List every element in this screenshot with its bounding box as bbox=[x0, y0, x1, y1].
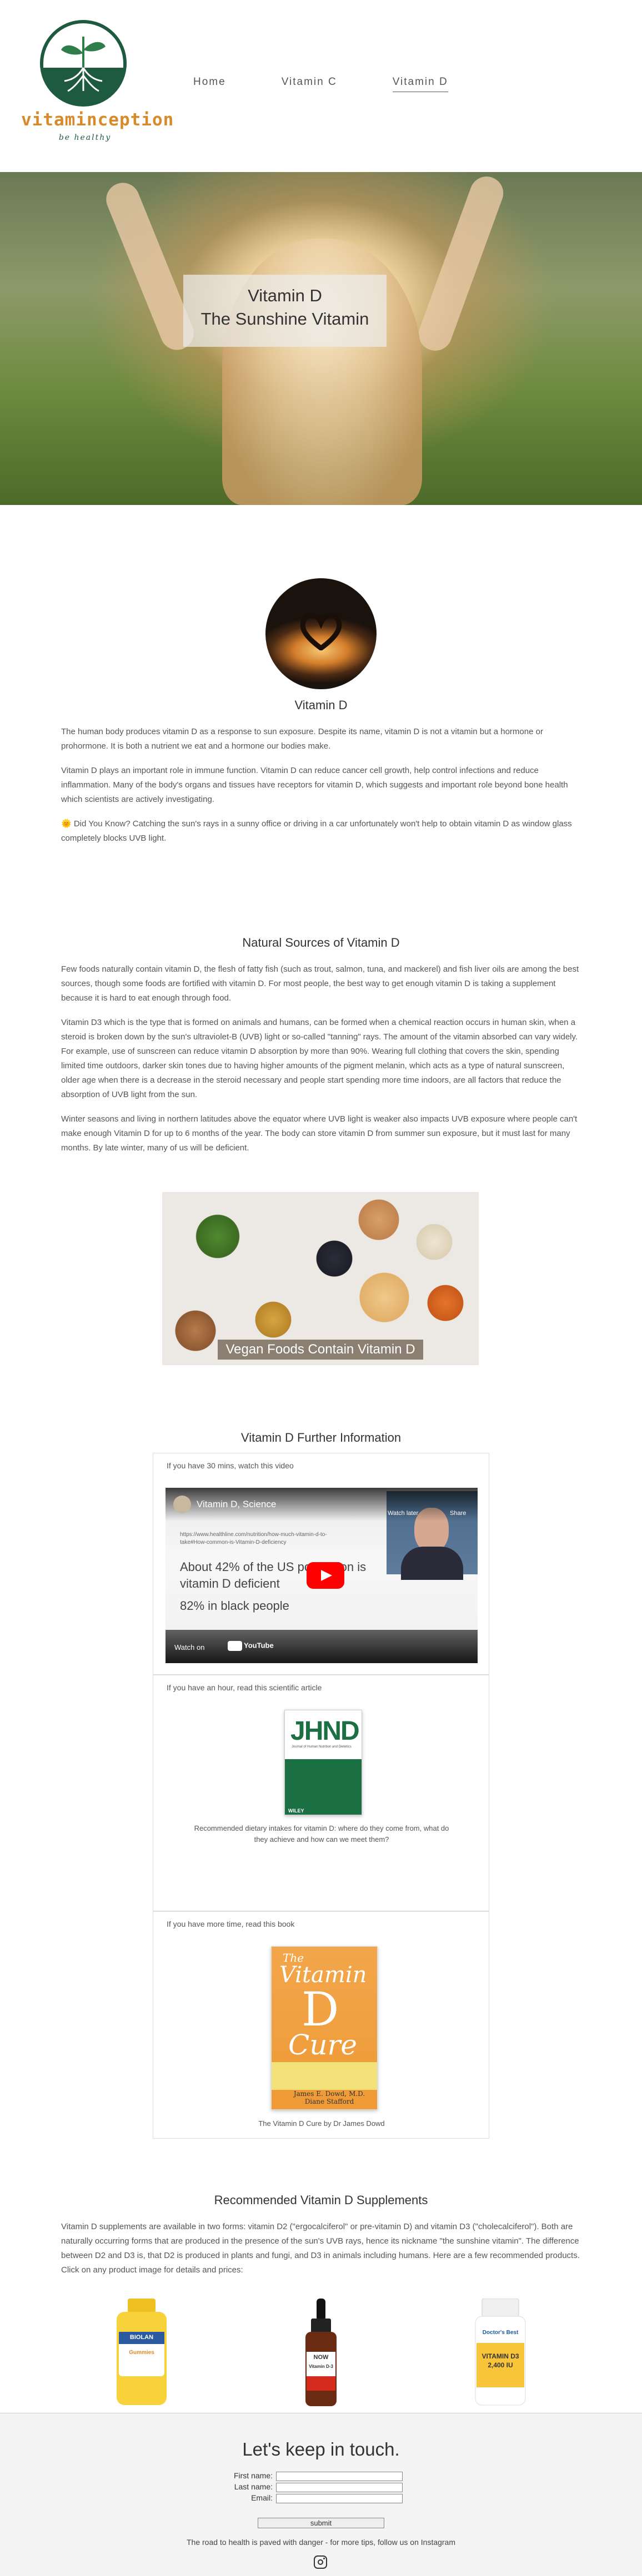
intro-paragraph: The human body produces vitamin D as a r… bbox=[61, 727, 543, 751]
further-title: Vitamin D Further Information bbox=[240, 1431, 402, 1444]
hero-title-box: Vitamin D The Sunshine Vitamin bbox=[183, 275, 387, 347]
hero-subtitle: The Sunshine Vitamin bbox=[200, 309, 369, 329]
sources-paragraph: Vitamin D3 which is the type that is for… bbox=[61, 1018, 578, 1099]
did-you-know: 🌞 Did You Know? Catching the sun's rays … bbox=[61, 819, 572, 843]
nav-vitamin-c[interactable]: Vitamin C bbox=[282, 76, 337, 92]
product-name: Vitamin D-3 bbox=[309, 2364, 333, 2369]
journal-subtitle: Journal of Human Nutrition and Dietetics bbox=[292, 1745, 352, 1749]
footer-title: Let's keep in touch. bbox=[242, 2439, 400, 2459]
intro-title: Vitamin D bbox=[294, 698, 348, 712]
share-button[interactable]: Share bbox=[450, 1510, 466, 1517]
first-name-input[interactable] bbox=[276, 2471, 403, 2481]
sources-title: Natural Sources of Vitamin D bbox=[242, 936, 400, 949]
last-name-label: Last name: bbox=[234, 2482, 273, 2491]
product-brand: BIOLAN bbox=[129, 2334, 154, 2341]
instagram-icon[interactable] bbox=[314, 2555, 327, 2569]
product-biolan-gummies[interactable]: BIOLAN Gummies bbox=[111, 2299, 172, 2407]
journal-logo: JHND bbox=[290, 1716, 360, 1746]
hero-image-arm bbox=[414, 172, 508, 356]
email-input[interactable] bbox=[276, 2493, 403, 2503]
supplements-section: Recommended Vitamin D Supplements bbox=[61, 2193, 581, 2208]
vegan-foods-image: Vegan Foods Contain Vitamin D bbox=[162, 1192, 479, 1365]
food-image-caption: Vegan Foods Contain Vitamin D bbox=[218, 1340, 423, 1360]
watch-later-button[interactable]: Watch later bbox=[388, 1510, 418, 1517]
site-footer: Let's keep in touch. First name: Last na… bbox=[0, 2413, 642, 2576]
book-cover-image[interactable]: The Vitamin D Cure James E. Dowd, M.D. D… bbox=[271, 1946, 378, 2110]
book-label: If you have more time, read this book bbox=[167, 1920, 295, 1928]
logo-emblem bbox=[40, 20, 127, 107]
play-icon[interactable] bbox=[307, 1562, 344, 1589]
brand-tagline: be healthy bbox=[58, 133, 112, 142]
video-url-text: https://www.healthline.com/nutrition/how… bbox=[180, 1532, 327, 1545]
youtube-wordmark: YouTube bbox=[244, 1641, 274, 1650]
further-section: Vitamin D Further Information bbox=[61, 1431, 581, 1445]
main-nav: Home Vitamin C Vitamin D bbox=[193, 76, 504, 92]
supplements-paragraph: Vitamin D supplements are available in t… bbox=[61, 2222, 580, 2275]
intro-text: The human body produces vitamin D as a r… bbox=[61, 725, 581, 856]
book-caption: The Vitamin D Cure by Dr James Dowd bbox=[258, 2119, 385, 2128]
supplements-title: Recommended Vitamin D Supplements bbox=[214, 2193, 428, 2207]
sources-paragraph: Few foods naturally contain vitamin D, t… bbox=[61, 964, 579, 1003]
heart-hands-image bbox=[265, 578, 377, 689]
article-caption: Recommended dietary intakes for vitamin … bbox=[194, 1824, 449, 1843]
brand-logo[interactable]: vitaminception be healthy bbox=[21, 17, 174, 150]
product-doctors-best-d3[interactable]: Doctor's Best VITAMIN D3 2,400 IU bbox=[470, 2298, 531, 2407]
watch-on-label[interactable]: Watch on bbox=[174, 1643, 204, 1651]
product-brand: Doctor's Best bbox=[482, 2330, 519, 2336]
book-authors: James E. Dowd, M.D. Diane Stafford bbox=[293, 2090, 365, 2105]
last-name-input[interactable] bbox=[276, 2482, 403, 2492]
product-name: Gummies bbox=[129, 2350, 154, 2356]
intro-paragraph: Vitamin D plays an important role in imm… bbox=[61, 766, 568, 804]
product-name: VITAMIN D3 2,400 IU bbox=[481, 2352, 519, 2369]
book-title-cure: Cure bbox=[288, 2029, 357, 2061]
submit-button[interactable]: submit bbox=[258, 2518, 384, 2528]
footer-note: The road to health is paved with danger … bbox=[186, 2538, 456, 2547]
product-now-vitamin-d3-drops[interactable]: NOW Vitamin D-3 bbox=[300, 2299, 342, 2407]
site-header: vitaminception be healthy Home Vitamin C… bbox=[0, 0, 642, 172]
article-card: If you have an hour, read this scientifi… bbox=[153, 1675, 489, 1911]
email-row: Email: bbox=[211, 2493, 403, 2503]
sources-section: Natural Sources of Vitamin D bbox=[61, 936, 581, 950]
journal-cover-image[interactable]: JHND Journal of Human Nutrition and Diet… bbox=[284, 1710, 362, 1815]
brand-name: vitaminception bbox=[21, 110, 174, 130]
publisher-logo: WILEY bbox=[288, 1808, 304, 1814]
book-card: If you have more time, read this book Th… bbox=[153, 1911, 489, 2139]
email-label: Email: bbox=[251, 2493, 273, 2502]
hero-title: Vitamin D bbox=[248, 286, 322, 305]
supplements-text: Vitamin D supplements are available in t… bbox=[61, 2220, 581, 2287]
first-name-label: First name: bbox=[233, 2471, 273, 2480]
product-brand: NOW bbox=[313, 2354, 329, 2361]
video-card: If you have 30 mins, watch this video ht… bbox=[153, 1453, 489, 1675]
channel-avatar[interactable] bbox=[173, 1496, 191, 1513]
video-label: If you have 30 mins, watch this video bbox=[167, 1461, 294, 1470]
hero-banner: Vitamin D The Sunshine Vitamin bbox=[0, 172, 642, 505]
sources-text: Few foods naturally contain vitamin D, t… bbox=[61, 962, 581, 1165]
last-name-row: Last name: bbox=[211, 2482, 403, 2492]
video-title[interactable]: Vitamin D, Science bbox=[197, 1499, 276, 1510]
video-stat: 82% in black people bbox=[180, 1599, 289, 1613]
nav-home[interactable]: Home bbox=[193, 76, 226, 92]
intro-section: Vitamin D bbox=[61, 698, 581, 713]
nav-vitamin-d[interactable]: Vitamin D bbox=[392, 76, 448, 92]
article-label: If you have an hour, read this scientifi… bbox=[167, 1683, 322, 1692]
first-name-row: First name: bbox=[211, 2471, 403, 2481]
youtube-logo-icon[interactable]: YouTube bbox=[228, 1641, 279, 1653]
youtube-embed[interactable]: https://www.healthline.com/nutrition/how… bbox=[165, 1488, 478, 1663]
sources-paragraph: Winter seasons and living in northern la… bbox=[61, 1114, 578, 1153]
